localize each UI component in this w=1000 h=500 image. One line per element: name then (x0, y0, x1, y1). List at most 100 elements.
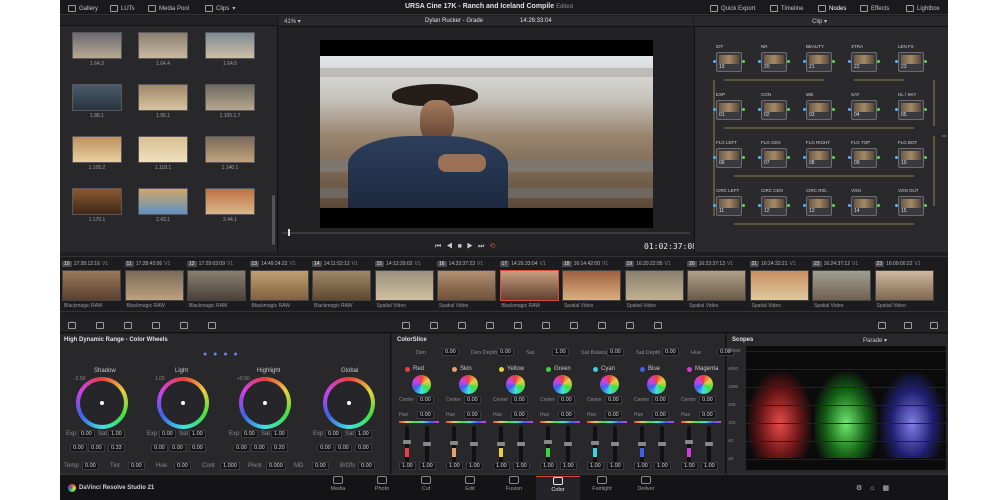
timeline-clip[interactable] (624, 270, 684, 301)
footer-param-value[interactable]: 0.00 (82, 462, 99, 470)
slider-knob[interactable] (638, 442, 646, 446)
gallery-button[interactable]: Gallery (68, 3, 98, 14)
page-tab-fusion[interactable]: Fusion (492, 476, 536, 492)
timeline-clip[interactable] (249, 270, 309, 301)
node-input-dot[interactable] (803, 156, 806, 159)
hue-value[interactable]: 0.00 (605, 411, 622, 419)
curves-icon[interactable] (402, 322, 410, 329)
magic-mask-icon[interactable] (542, 322, 550, 329)
node-output-dot[interactable] (832, 156, 835, 159)
gallery-still[interactable] (205, 84, 255, 111)
node-output-dot[interactable] (832, 108, 835, 111)
gallery-still[interactable] (72, 136, 122, 163)
color-warper-icon[interactable] (430, 322, 438, 329)
scopes-mode-dropdown[interactable]: Parade ▾ (863, 337, 887, 344)
page-tab-cut[interactable]: Cut (404, 476, 448, 492)
band-value-b[interactable]: 1.00 (654, 462, 671, 470)
gallery-still[interactable] (138, 188, 188, 215)
node-output-dot[interactable] (742, 108, 745, 111)
step-back-icon[interactable]: ◀ (446, 243, 457, 250)
slider-knob[interactable] (450, 441, 458, 445)
node-output-dot[interactable] (787, 204, 790, 207)
nodes-button[interactable]: Nodes (818, 3, 846, 14)
grade-node[interactable]: 13 (806, 196, 832, 216)
play-icon[interactable]: ▶ (467, 243, 478, 250)
band-value-b[interactable]: 1.00 (701, 462, 718, 470)
timeline-button[interactable]: Timeline (770, 3, 803, 14)
clips-button[interactable]: Clips ▾ (205, 3, 235, 14)
node-input-dot[interactable] (758, 156, 761, 159)
x-value[interactable]: 0.00 (233, 444, 250, 452)
y-value[interactable]: 0.00 (335, 444, 352, 452)
hue-value[interactable]: 0.00 (417, 411, 434, 419)
footer-param-value[interactable]: 0.00 (174, 462, 191, 470)
timeline-clip[interactable] (874, 270, 934, 301)
hue-value[interactable]: 0.00 (464, 411, 481, 419)
x-value[interactable]: 0.00 (317, 444, 334, 452)
loop-icon[interactable]: ⟲ (489, 243, 500, 250)
band-value-a[interactable]: 1.00 (634, 462, 651, 470)
tracker-icon[interactable] (514, 322, 522, 329)
node-output-dot[interactable] (877, 60, 880, 63)
slider-knob[interactable] (658, 442, 666, 446)
band-value-a[interactable]: 1.00 (399, 462, 416, 470)
slider-knob[interactable] (685, 440, 693, 444)
center-value[interactable]: 0.00 (417, 396, 434, 404)
band-value-b[interactable]: 1.00 (560, 462, 577, 470)
hdr-icon[interactable] (152, 322, 160, 329)
band-value-a[interactable]: 1.00 (587, 462, 604, 470)
timeline-clip[interactable] (62, 270, 121, 301)
node-output-dot[interactable] (787, 60, 790, 63)
node-output-dot[interactable] (877, 204, 880, 207)
exp-value[interactable]: 0.00 (325, 430, 342, 438)
footer-param-value[interactable]: 0.00 (358, 462, 375, 470)
footer-param-value[interactable]: 1.000 (220, 462, 240, 470)
qualifier-icon[interactable] (458, 322, 466, 329)
node-output-dot[interactable] (832, 60, 835, 63)
node-output-dot[interactable] (924, 156, 927, 159)
sat-value[interactable]: 1.00 (355, 430, 372, 438)
grade-node[interactable]: 02 (761, 100, 787, 120)
slider-knob[interactable] (564, 442, 572, 446)
node-output-dot[interactable] (877, 108, 880, 111)
gallery-still[interactable] (138, 84, 188, 111)
node-input-dot[interactable] (895, 204, 898, 207)
node-output-dot[interactable] (924, 108, 927, 111)
band-wheel[interactable] (459, 375, 478, 394)
slice-param-value[interactable]: 1.00 (552, 348, 569, 356)
wheel-center-dot[interactable] (100, 401, 104, 405)
node-output-dot[interactable] (787, 108, 790, 111)
timeline-clip[interactable] (312, 270, 371, 301)
footer-param-value[interactable]: 0.000 (266, 462, 286, 470)
grade-node[interactable]: 07 (761, 148, 787, 168)
node-output-dot[interactable] (924, 204, 927, 207)
exp-value[interactable]: 0.00 (78, 430, 95, 438)
slider-knob[interactable] (403, 440, 411, 444)
quick-export-button[interactable]: Quick Export (710, 3, 755, 14)
band-value-b[interactable]: 1.00 (513, 462, 530, 470)
z-value[interactable]: 0.00 (355, 444, 372, 452)
grade-node[interactable]: 09 (851, 148, 877, 168)
gallery-still[interactable] (205, 136, 255, 163)
band-value-a[interactable]: 1.00 (540, 462, 557, 470)
window-icon[interactable] (486, 322, 494, 329)
hue-value[interactable]: 0.00 (652, 411, 669, 419)
node-output-dot[interactable] (832, 204, 835, 207)
x-value[interactable]: 0.00 (151, 444, 168, 452)
node-input-dot[interactable] (895, 108, 898, 111)
project-icon[interactable]: ▦ (883, 485, 898, 492)
exp-value[interactable]: 0.00 (241, 430, 258, 438)
node-input-dot[interactable] (713, 60, 716, 63)
grade-node[interactable]: 15 (898, 196, 924, 216)
slider-knob[interactable] (611, 442, 619, 446)
center-value[interactable]: 0.00 (652, 396, 669, 404)
timeline-clip[interactable] (562, 270, 621, 301)
color-wheel[interactable] (239, 377, 291, 429)
node-input-dot[interactable] (803, 204, 806, 207)
grade-node[interactable]: 21 (806, 52, 832, 72)
timeline-clip[interactable] (499, 270, 559, 301)
gallery-still[interactable] (205, 32, 255, 59)
sat-value[interactable]: 1.00 (108, 430, 125, 438)
node-output-dot[interactable] (924, 60, 927, 63)
scope-panel-icon[interactable] (878, 322, 886, 329)
